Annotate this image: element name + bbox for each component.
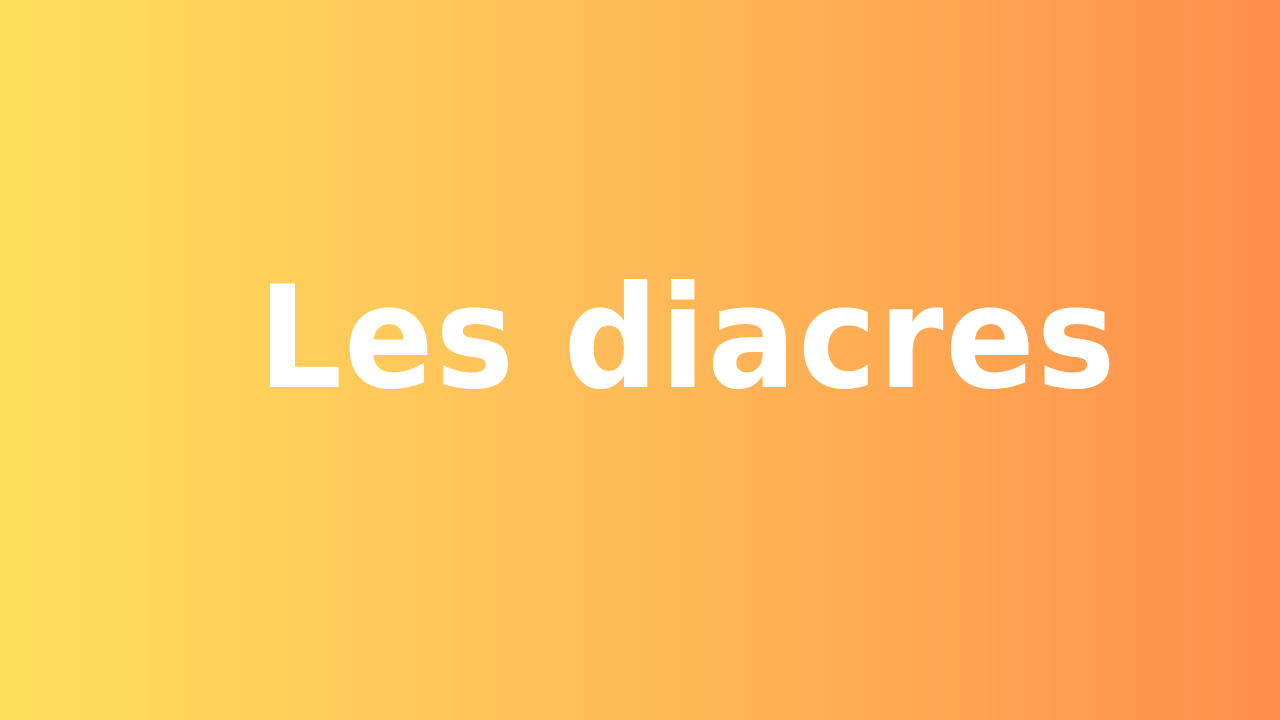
title-slide: Les diacres	[0, 0, 1280, 720]
slide-title: Les diacres	[258, 256, 1118, 421]
